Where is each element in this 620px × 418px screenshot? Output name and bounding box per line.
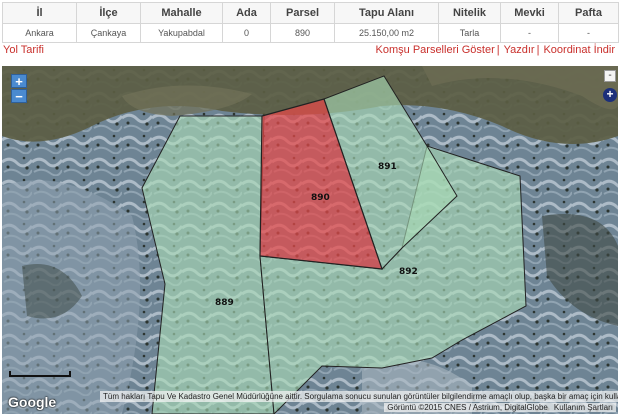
- table-header-row: İl İlçe Mahalle Ada Parsel Tapu Alanı Ni…: [2, 2, 619, 24]
- parcel-map[interactable]: 890 891 892 889 + − - + Google Tüm hakla…: [2, 66, 618, 414]
- col-header-il: İl: [2, 2, 77, 24]
- col-header-parsel: Parsel: [270, 2, 335, 24]
- link-separator: |: [496, 44, 500, 56]
- parcel-label-889: 889: [215, 298, 234, 308]
- cell-mahalle: Yakupabdal: [140, 23, 223, 43]
- cell-mevki: -: [500, 23, 559, 43]
- parcel-info-table: İl İlçe Mahalle Ada Parsel Tapu Alanı Ni…: [2, 2, 619, 43]
- layer-switcher-button[interactable]: +: [603, 88, 617, 102]
- col-header-mahalle: Mahalle: [140, 2, 223, 24]
- col-header-nitelik: Nitelik: [438, 2, 501, 24]
- scale-bar: [9, 371, 71, 377]
- parcel-label-892: 892: [399, 267, 418, 277]
- action-links-bar: Yol Tarifi Komşu Parselleri Göster | Yazdı…: [0, 42, 620, 58]
- col-header-mevki: Mevki: [500, 2, 559, 24]
- cell-ilce: Çankaya: [76, 23, 141, 43]
- zoom-out-button[interactable]: −: [11, 89, 27, 103]
- imagery-attribution: Görüntü ©2015 CNES / Astrium, DigitalGlo…: [384, 403, 616, 412]
- route-link[interactable]: Yol Tarifi: [3, 44, 44, 56]
- parcel-label-891: 891: [378, 162, 397, 172]
- parcel-889: [141, 115, 275, 414]
- layer-switcher-collapse-button[interactable]: -: [604, 70, 616, 82]
- link-separator: |: [536, 44, 540, 56]
- cell-pafta: -: [558, 23, 619, 43]
- google-logo: Google: [8, 394, 57, 410]
- cell-tapu-alani: 25.150,00 m2: [334, 23, 439, 43]
- show-neighbor-parcels-link[interactable]: Komşu Parselleri Göster: [376, 44, 495, 56]
- cell-nitelik: Tarla: [438, 23, 501, 43]
- zoom-in-button[interactable]: +: [11, 74, 27, 88]
- col-header-ilce: İlçe: [76, 2, 141, 24]
- print-link[interactable]: Yazdır: [504, 44, 535, 56]
- cell-parsel: 890: [270, 23, 335, 43]
- table-row: Ankara Çankaya Yakupabdal 0 890 25.150,0…: [2, 23, 619, 43]
- col-header-ada: Ada: [222, 2, 271, 24]
- cell-ada: 0: [222, 23, 271, 43]
- copyright-notice: Tüm hakları Tapu Ve Kadastro Genel Müdür…: [100, 391, 618, 402]
- download-coordinates-link[interactable]: Koordinat İndir: [543, 44, 615, 56]
- parcel-label-890: 890: [311, 193, 330, 203]
- satellite-imagery: 890 891 892 889: [2, 66, 618, 414]
- right-links: Komşu Parselleri Göster | Yazdır | Koordinat…: [376, 44, 615, 56]
- terms-of-use-link[interactable]: Kullanım Şartları: [554, 403, 613, 412]
- cell-il: Ankara: [2, 23, 77, 43]
- zoom-controls: + −: [11, 74, 27, 104]
- col-header-pafta: Pafta: [558, 2, 619, 24]
- col-header-tapu-alani: Tapu Alanı: [334, 2, 439, 24]
- imagery-credit: Görüntü ©2015 CNES / Astrium, DigitalGlo…: [387, 403, 548, 412]
